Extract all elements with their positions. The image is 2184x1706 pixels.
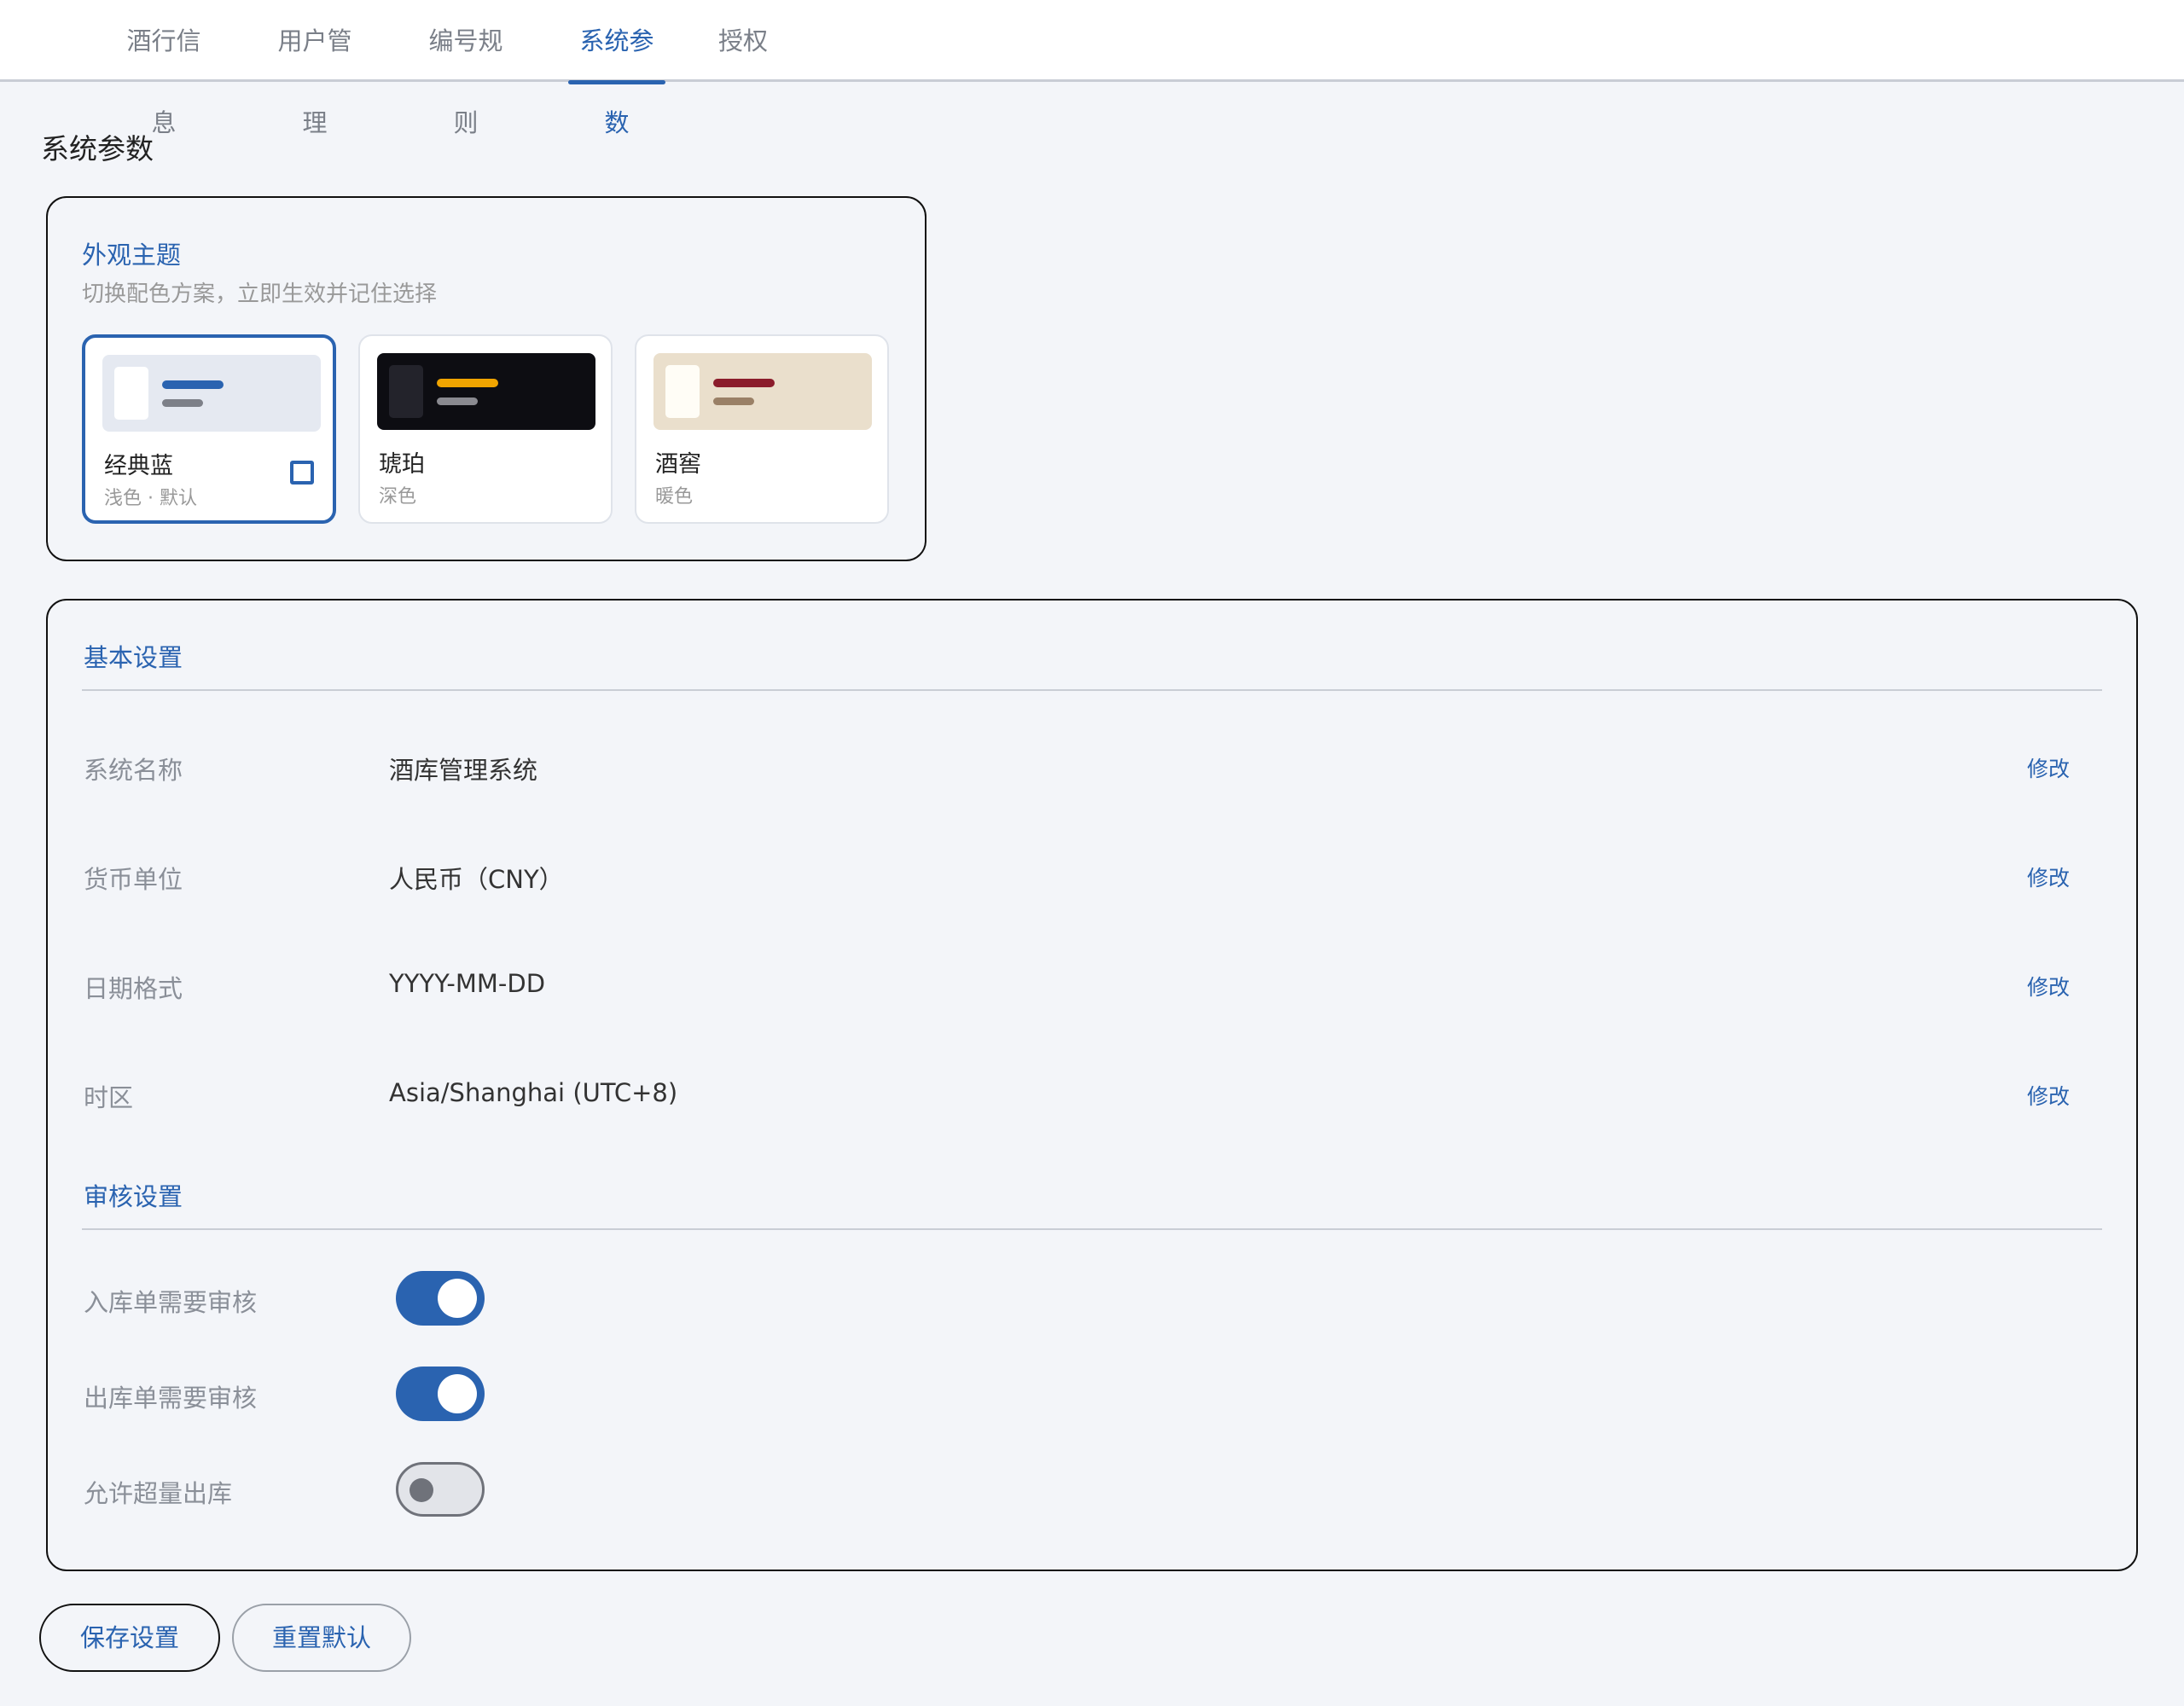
preview-text-line <box>713 397 754 405</box>
preview-accent-line <box>713 379 775 387</box>
theme-desc: 深色 <box>379 486 417 508</box>
date-format-value: YYYY-MM-DD <box>389 969 546 998</box>
edit-system-name-link[interactable]: 修改 <box>2027 752 2070 783</box>
divider <box>82 1228 2102 1230</box>
timezone-value: Asia/Shanghai (UTC+8) <box>389 1078 678 1107</box>
theme-option-cellar[interactable]: 酒窖 暖色 <box>635 334 889 524</box>
theme-option-amber[interactable]: 琥珀 深色 <box>358 334 613 524</box>
preview-panel <box>114 367 148 420</box>
tab-user-management[interactable]: 用户管理 <box>266 0 363 137</box>
edit-date-format-link[interactable]: 修改 <box>2027 971 2070 1001</box>
toggle-knob <box>410 1478 433 1502</box>
theme-option-classic-blue[interactable]: 经典蓝 浅色 · 默认 <box>82 334 336 524</box>
theme-panel: 外观主题 切换配色方案，立即生效并记住选择 经典蓝 浅色 · 默认 琥珀 深色 … <box>46 196 926 561</box>
preview-panel <box>665 365 700 418</box>
toggle-knob <box>438 1279 477 1318</box>
inbound-audit-label: 入库单需要审核 <box>84 1288 258 1317</box>
theme-name: 琥珀 <box>379 451 425 478</box>
tab-license[interactable]: 授权 <box>718 0 768 82</box>
theme-name: 酒窖 <box>655 451 701 478</box>
outbound-audit-label: 出库单需要审核 <box>84 1384 258 1413</box>
inbound-audit-toggle[interactable] <box>396 1271 485 1326</box>
tab-store-info[interactable]: 酒行信息 <box>116 0 212 137</box>
timezone-label: 时区 <box>84 1083 134 1112</box>
system-name-value: 酒库管理系统 <box>389 756 538 785</box>
edit-currency-link[interactable]: 修改 <box>2027 862 2070 892</box>
save-settings-button[interactable]: 保存设置 <box>39 1604 220 1672</box>
toggle-knob <box>438 1374 477 1413</box>
theme-desc: 暖色 <box>655 486 694 508</box>
over-outbound-label: 允许超量出库 <box>84 1479 233 1508</box>
preview-text-line <box>162 399 203 407</box>
divider <box>82 689 2102 691</box>
currency-value: 人民币（CNY） <box>389 865 564 894</box>
date-format-label: 日期格式 <box>84 974 183 1003</box>
settings-panel: 基本设置 系统名称 酒库管理系统 修改 货币单位 人民币（CNY） 修改 日期格… <box>46 599 2138 1571</box>
preview-panel <box>389 365 423 418</box>
preview-text-line <box>437 397 478 405</box>
over-outbound-toggle[interactable] <box>396 1462 485 1517</box>
outbound-audit-toggle[interactable] <box>396 1367 485 1421</box>
theme-name: 经典蓝 <box>104 453 173 479</box>
edit-timezone-link[interactable]: 修改 <box>2027 1080 2070 1111</box>
theme-preview <box>377 353 595 430</box>
basic-settings-title: 基本设置 <box>84 643 183 672</box>
currency-label: 货币单位 <box>84 865 183 894</box>
preview-accent-line <box>162 380 224 389</box>
selected-check-icon <box>290 461 314 485</box>
audit-settings-title: 审核设置 <box>84 1182 183 1211</box>
theme-desc: 浅色 · 默认 <box>104 488 197 509</box>
tab-numbering-rules[interactable]: 编号规则 <box>417 0 514 137</box>
system-name-label: 系统名称 <box>84 756 183 785</box>
tab-bar: 酒行信息 用户管理 编号规则 系统参数 授权 <box>0 0 2184 137</box>
theme-preview <box>102 355 321 432</box>
theme-section-subtitle: 切换配色方案，立即生效并记住选择 <box>82 281 438 307</box>
theme-section-title: 外观主题 <box>82 241 182 270</box>
theme-preview <box>653 353 872 430</box>
page-title: 系统参数 <box>41 132 154 165</box>
tab-system-params[interactable]: 系统参数 <box>568 0 665 137</box>
reset-defaults-button[interactable]: 重置默认 <box>232 1604 411 1672</box>
preview-accent-line <box>437 379 498 387</box>
